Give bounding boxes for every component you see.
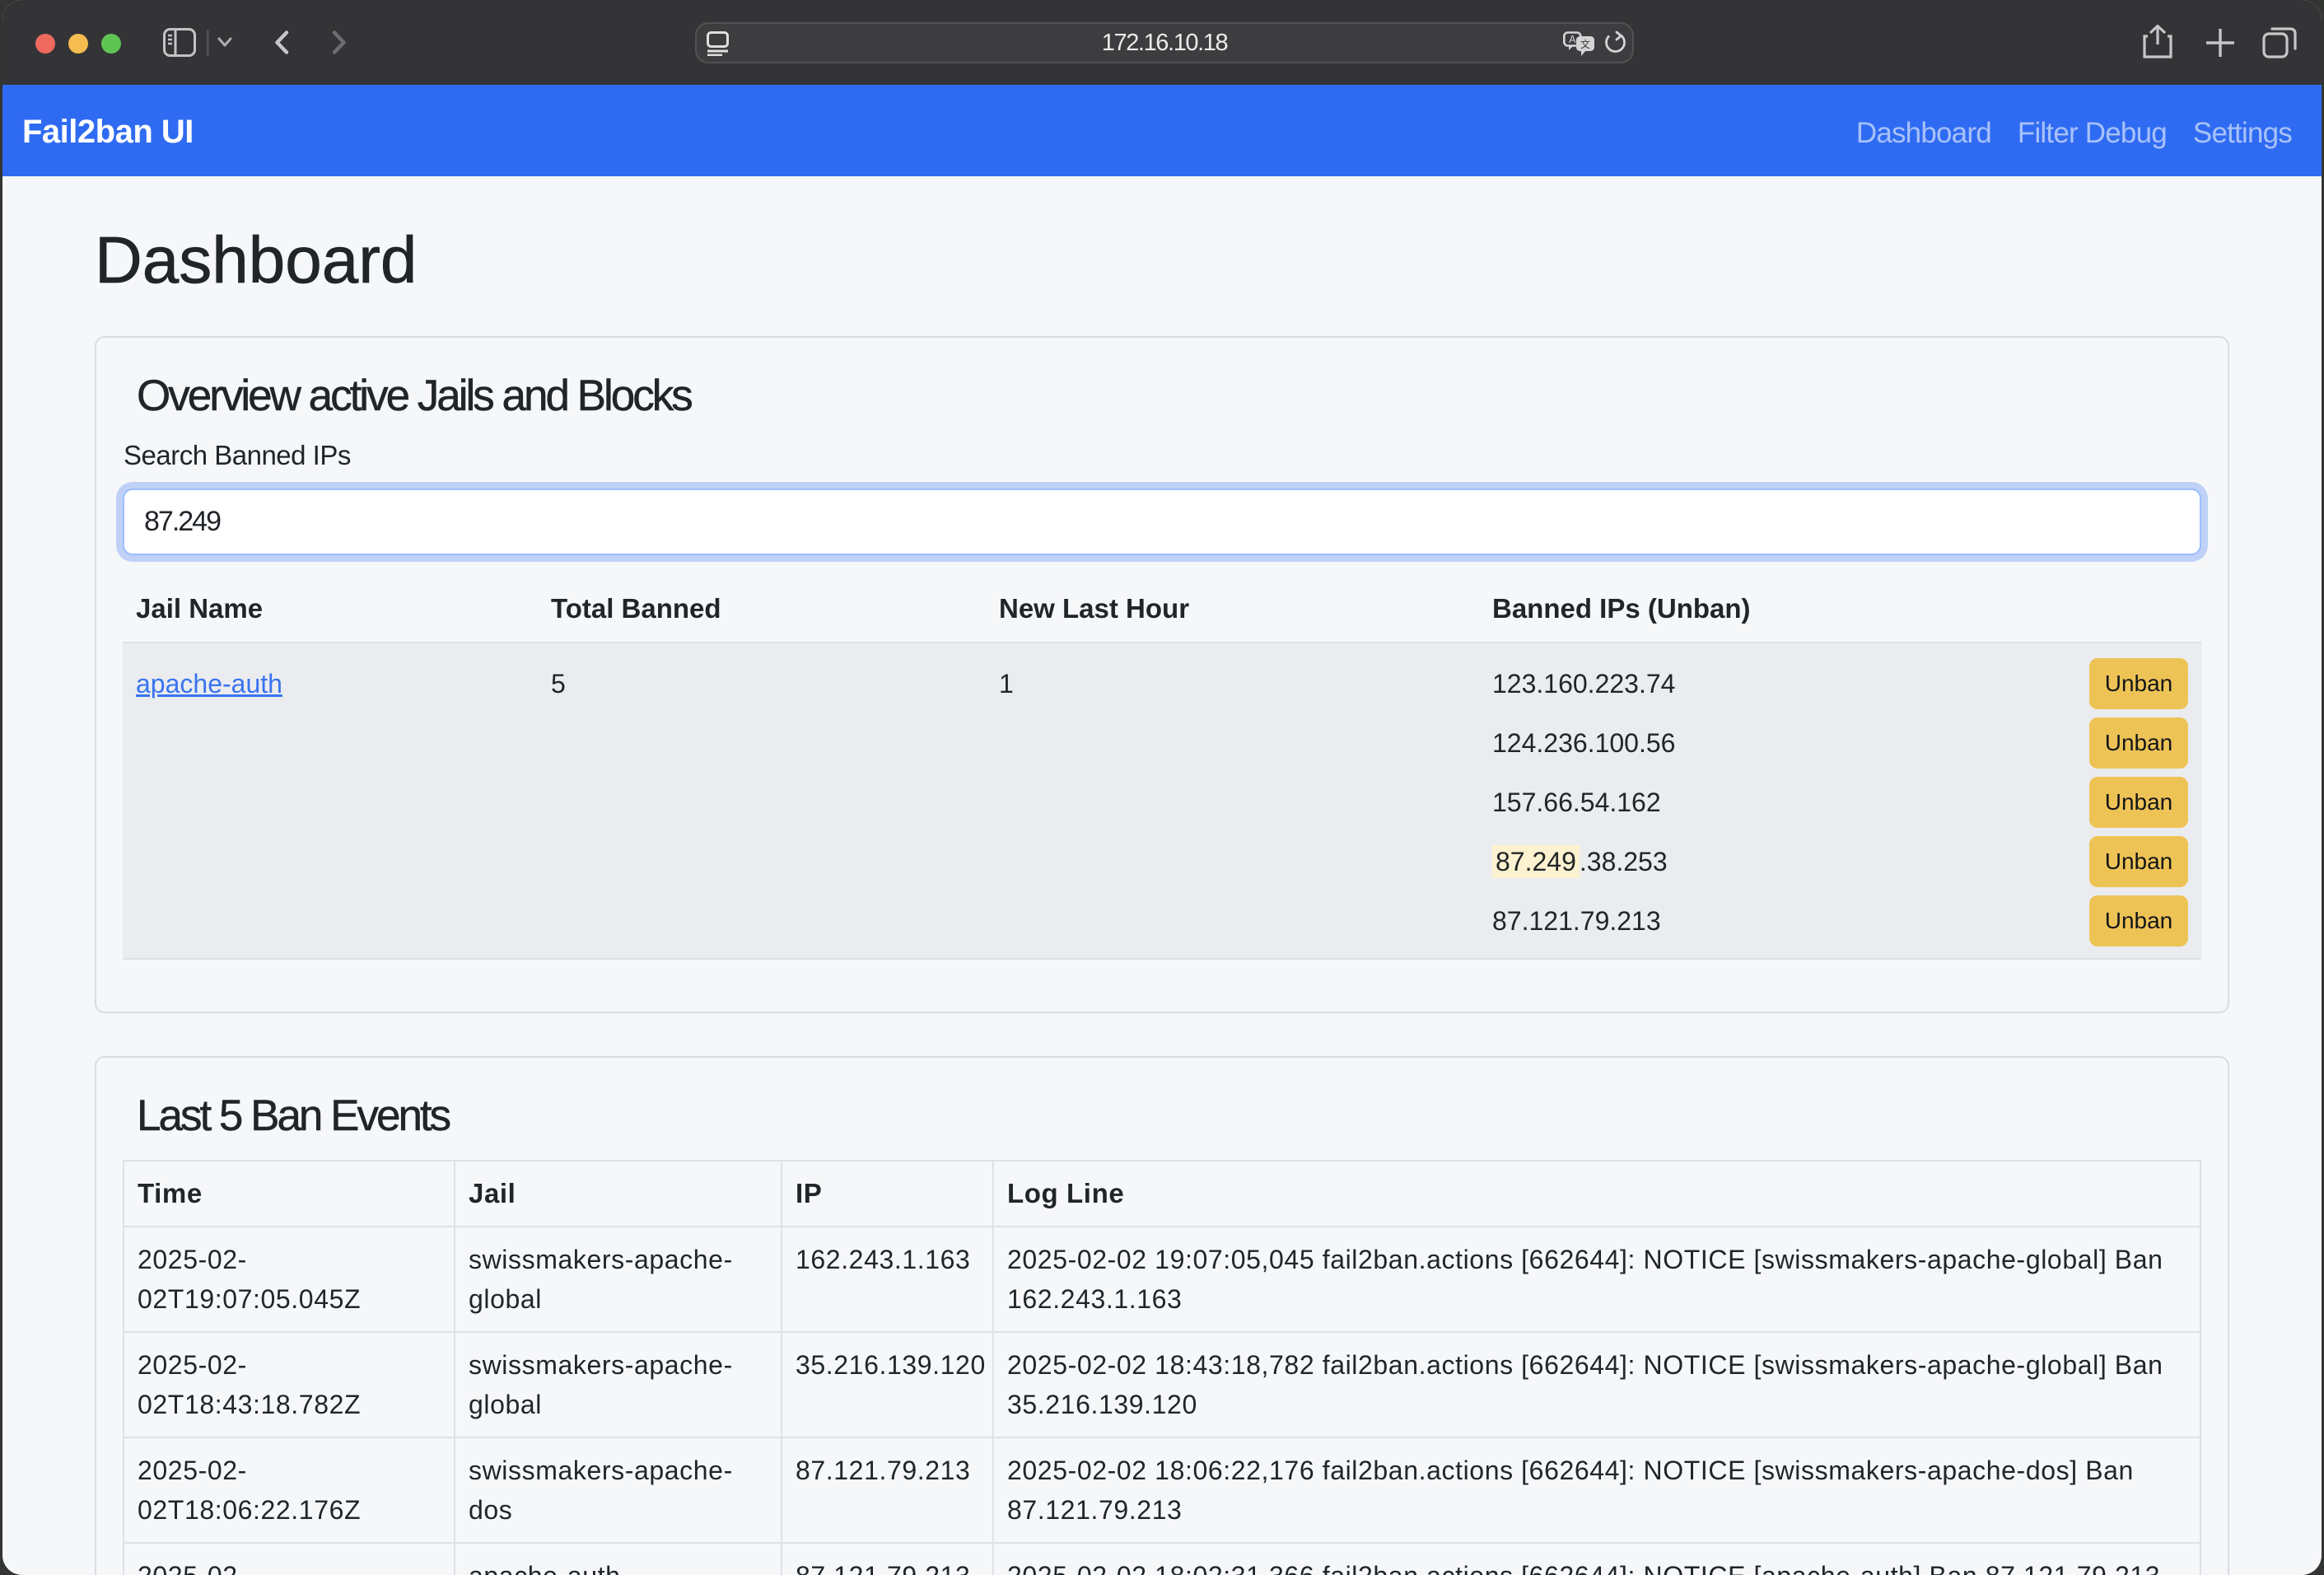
svg-text:A: A [1569, 34, 1576, 45]
svg-text:文: 文 [1580, 38, 1590, 50]
